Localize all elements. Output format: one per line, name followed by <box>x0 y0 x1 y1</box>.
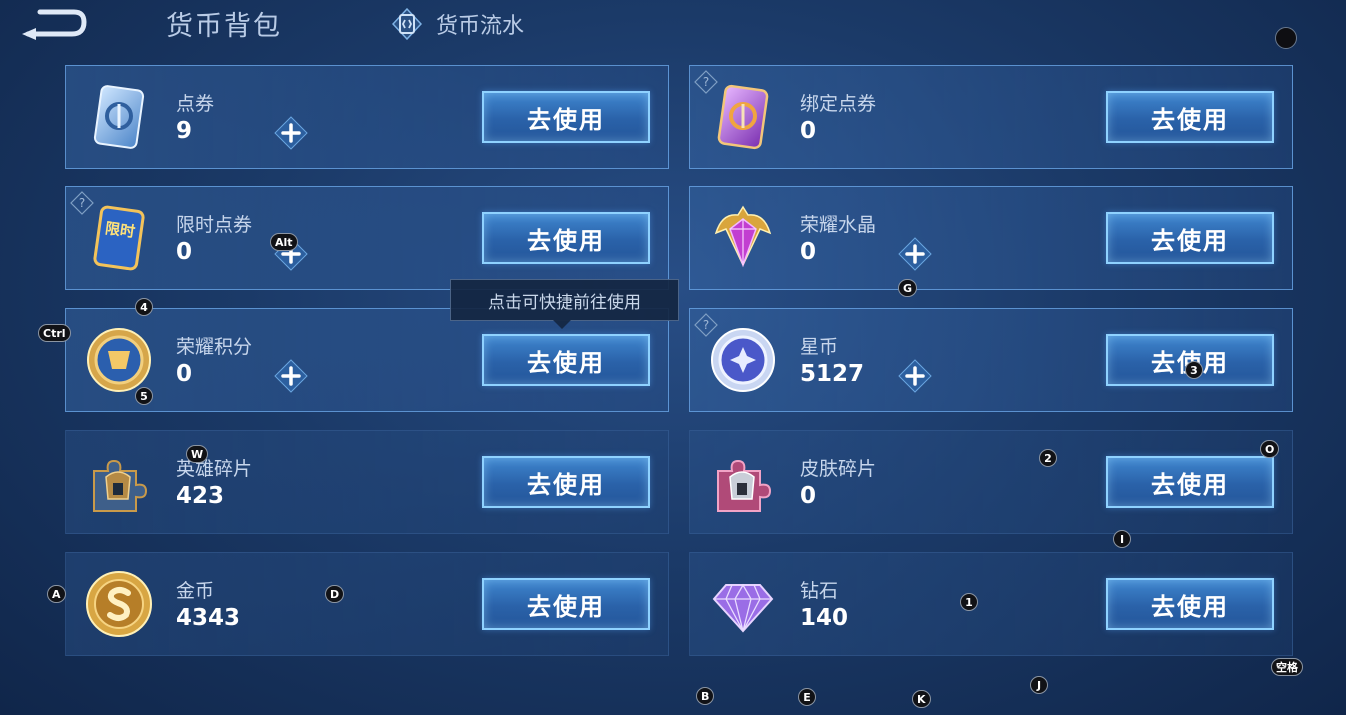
shortcut-hint-5: 5 <box>135 387 153 405</box>
use-button[interactable]: 去使用 <box>1106 212 1274 264</box>
shortcut-hint-2: 2 <box>1039 449 1057 467</box>
currency-value: 0 <box>800 118 817 144</box>
use-button[interactable]: 去使用 <box>482 334 650 386</box>
currency-name: 金币 <box>176 580 215 602</box>
currency-value: 423 <box>176 483 225 509</box>
shortcut-hint-k: K <box>912 690 931 708</box>
back-arrow-icon <box>22 9 87 40</box>
shortcut-hint-alt: Alt <box>270 233 298 251</box>
use-button[interactable]: 去使用 <box>482 456 650 508</box>
use-button[interactable]: 去使用 <box>482 91 650 143</box>
top-bar: 货币背包 货币流水 <box>0 0 1346 50</box>
diamond-icon <box>712 583 774 633</box>
currency-name: 点券 <box>176 93 215 115</box>
shortcut-hint-4: 4 <box>135 298 153 316</box>
currency-value: 9 <box>176 118 193 144</box>
add-coupon-button[interactable] <box>274 116 308 150</box>
currency-card-hero-fragment: 英雄碎片 423 去使用 <box>65 430 669 534</box>
use-button[interactable]: 去使用 <box>482 212 650 264</box>
tooltip-arrow <box>553 320 571 329</box>
bound-coupon-card-icon <box>717 84 769 150</box>
add-glory-crystal-button[interactable] <box>898 237 932 271</box>
use-button[interactable]: 去使用 <box>482 578 650 630</box>
limited-coupon-card-icon: 限时 <box>93 205 145 271</box>
shortcut-hint-a: A <box>47 585 66 603</box>
shortcut-hint-b: B <box>696 687 715 705</box>
shortcut-hint-g: G <box>898 279 918 297</box>
currency-name: 绑定点券 <box>800 93 877 115</box>
currency-name: 星币 <box>800 336 839 358</box>
currency-flow-icon <box>392 8 422 40</box>
back-button[interactable] <box>18 6 88 42</box>
currency-card-glory-points: 荣耀积分 0 去使用 <box>65 308 669 412</box>
shortcut-hint-e: E <box>798 688 816 706</box>
page-title: 货币背包 <box>166 11 282 42</box>
skin-fragment-icon <box>717 459 772 512</box>
currency-value: 0 <box>800 239 817 265</box>
shortcut-hint-d: D <box>325 585 345 603</box>
currency-name: 荣耀水晶 <box>800 214 877 236</box>
currency-card-star-coin: ? 星币 5127 去使用 <box>689 308 1293 412</box>
shortcut-hint-i: I <box>1113 530 1131 548</box>
currency-value: 4343 <box>176 605 241 631</box>
currency-name: 皮肤碎片 <box>800 458 877 480</box>
hero-fragment-icon <box>93 459 148 512</box>
currency-card-diamond: 钻石 140 去使用 <box>689 552 1293 656</box>
currency-card-coupon: 点券 9 去使用 <box>65 65 669 169</box>
currency-card-bound-coupon: ? 绑定点券 0 去使用 <box>689 65 1293 169</box>
currency-value: 140 <box>800 605 849 631</box>
shortcut-hint-3: 3 <box>1185 361 1203 379</box>
add-star-coin-button[interactable] <box>898 359 932 393</box>
glory-points-coin-icon <box>87 328 151 392</box>
currency-name: 限时点券 <box>176 214 253 236</box>
tab-currency-flow[interactable]: 货币流水 <box>392 6 524 42</box>
currency-value: 0 <box>176 361 193 387</box>
shortcut-hint-1: 1 <box>960 593 978 611</box>
currency-card-skin-fragment: 皮肤碎片 0 去使用 <box>689 430 1293 534</box>
currency-card-gold-coin: 金币 4343 去使用 <box>65 552 669 656</box>
use-button[interactable]: 去使用 <box>1106 91 1274 143</box>
currency-value: 0 <box>176 239 193 265</box>
star-coin-icon <box>711 328 775 392</box>
add-glory-points-button[interactable] <box>274 359 308 393</box>
currency-value: 0 <box>800 483 817 509</box>
shortcut-hint-j: J <box>1030 676 1048 694</box>
currency-name: 钻石 <box>800 580 839 602</box>
currency-name: 荣耀积分 <box>176 336 253 358</box>
gold-coin-icon <box>86 571 152 637</box>
shortcut-hint-space: 空格 <box>1271 658 1303 676</box>
coupon-card-icon <box>93 85 145 149</box>
status-dot <box>1275 27 1297 49</box>
currency-value: 5127 <box>800 361 865 387</box>
shortcut-hint-ctrl: Ctrl <box>38 324 71 342</box>
glory-crystal-icon <box>714 205 772 268</box>
tooltip: 点击可快捷前往使用 <box>450 279 679 321</box>
use-button[interactable]: 去使用 <box>1106 456 1274 508</box>
currency-card-limited-coupon: ? 限时 限时点券 0 去使用 <box>65 186 669 290</box>
use-button[interactable]: 去使用 <box>1106 578 1274 630</box>
currency-card-glory-crystal: 荣耀水晶 0 去使用 <box>689 186 1293 290</box>
currency-flow-label: 货币流水 <box>436 14 525 39</box>
shortcut-hint-w: W <box>186 445 209 463</box>
